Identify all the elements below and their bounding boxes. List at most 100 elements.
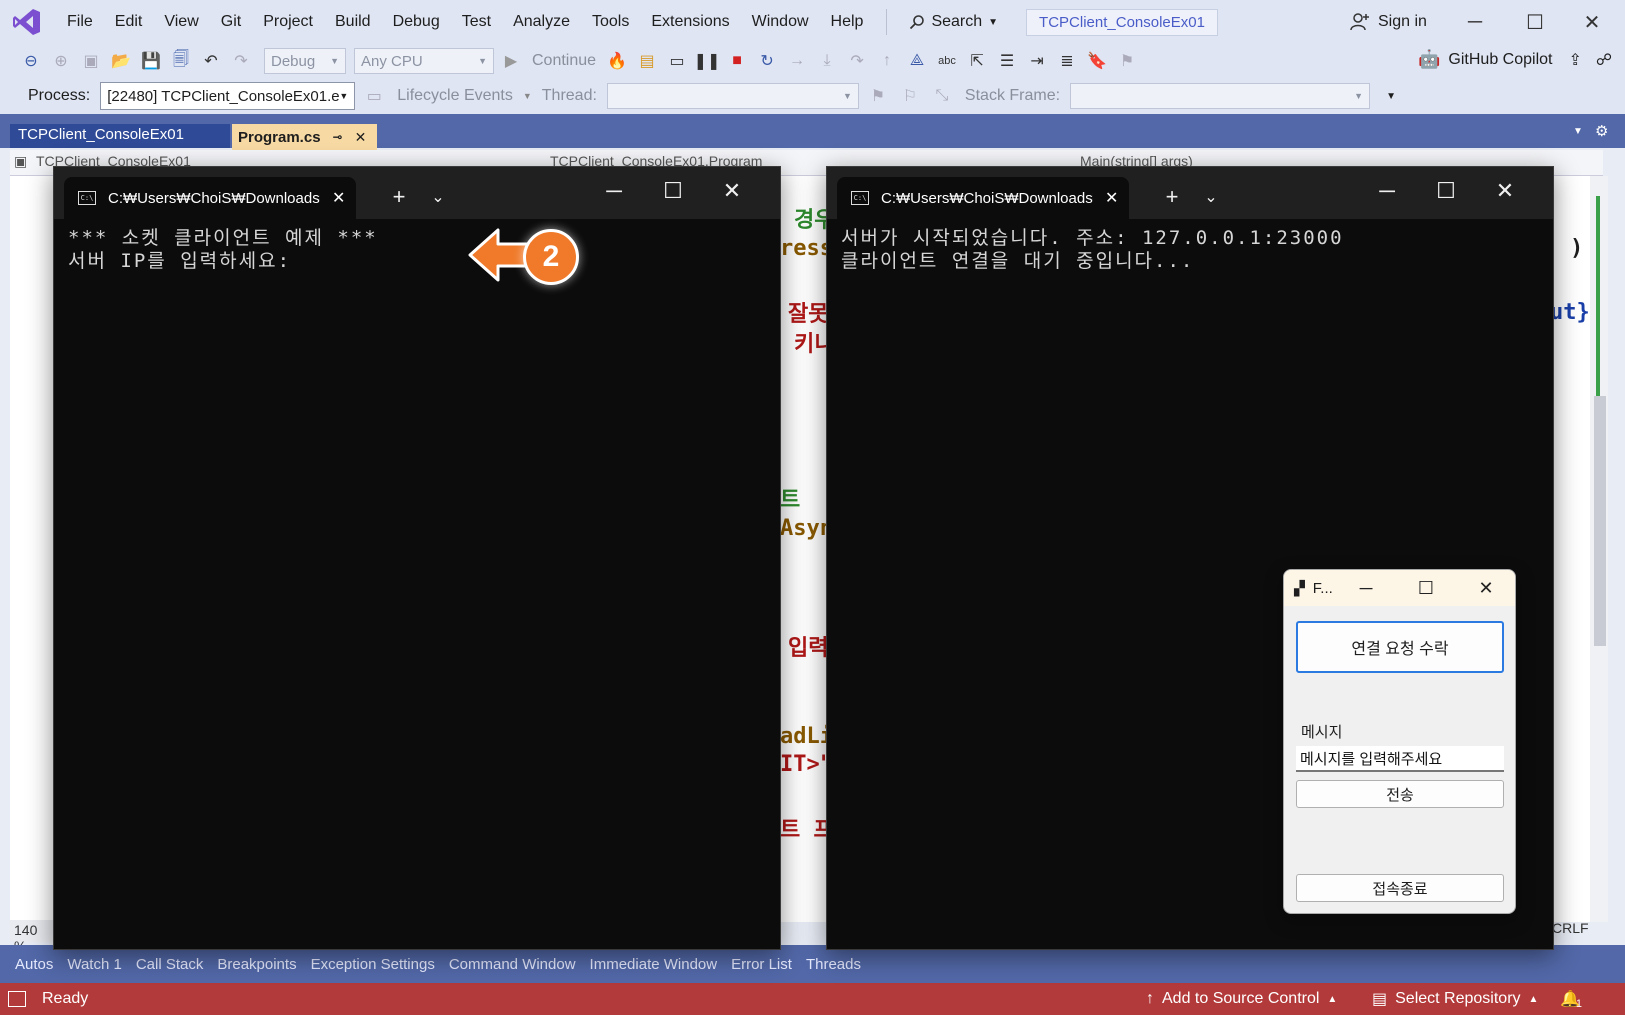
tab-threads[interactable]: Threads <box>799 956 868 973</box>
restart-icon[interactable]: ↻ <box>754 48 780 74</box>
chevron-down-icon[interactable]: ⌄ <box>1191 179 1231 215</box>
tab-watch-1[interactable]: Watch 1 <box>60 956 128 973</box>
step-into-icon[interactable]: ⤓ <box>814 48 840 74</box>
save-icon[interactable]: 💾 <box>138 48 164 74</box>
step-over-icon[interactable]: ↷ <box>844 48 870 74</box>
add-to-source-control-button[interactable]: ↑ Add to Source Control ▲ <box>1146 990 1337 1008</box>
select-repository-button[interactable]: ▤ Select Repository ▲ <box>1372 989 1538 1009</box>
scroll-thumb[interactable] <box>1594 396 1606 646</box>
maximize-icon[interactable]: ☐ <box>653 173 693 209</box>
bookmark-icon[interactable]: 🔖 <box>1084 48 1110 74</box>
menu-tools[interactable]: Tools <box>581 6 640 38</box>
tab-program-cs[interactable]: Program.cs ⊸ ✕ <box>232 124 377 150</box>
new-tab-icon[interactable]: + <box>379 179 419 215</box>
notifications-button[interactable]: 🔔 1 <box>1560 988 1582 1010</box>
maximize-icon[interactable]: ☐ <box>1426 173 1466 209</box>
flag-icon[interactable]: ⚑ <box>865 83 891 109</box>
close-icon[interactable]: ✕ <box>1567 6 1617 38</box>
menu-git[interactable]: Git <box>210 6 252 38</box>
menu-view[interactable]: View <box>153 6 209 38</box>
chevron-down-icon[interactable]: ⌄ <box>418 179 458 215</box>
spell-check-icon[interactable]: abc <box>934 48 960 74</box>
back-icon[interactable]: ⊖ <box>18 48 44 74</box>
close-icon[interactable]: ✕ <box>355 129 367 146</box>
disconnect-button[interactable]: 접속종료 <box>1296 874 1504 902</box>
undo-icon[interactable]: ↶ <box>198 48 224 74</box>
thread-dropdown[interactable]: ▼ <box>606 83 859 109</box>
terminal-tab[interactable]: C:\ C:₩Users₩ChoiS₩Downloads₩ ✕ <box>837 177 1129 219</box>
maximize-icon[interactable]: ☐ <box>1510 6 1560 38</box>
tab-autos[interactable]: Autos <box>8 956 60 973</box>
process-dropdown[interactable]: [22480] TCPClient_ConsoleEx01.ex ▼ <box>100 82 356 110</box>
lifecycle-events-dropdown[interactable]: Lifecycle Events <box>393 87 517 105</box>
bookmark-prev-icon[interactable]: ⚑ <box>1114 48 1140 74</box>
menu-window[interactable]: Window <box>741 6 820 38</box>
pause-icon[interactable]: ❚❚ <box>694 48 721 74</box>
message-input[interactable] <box>1296 746 1504 772</box>
continue-button[interactable]: Continue <box>528 52 600 70</box>
accept-connection-button[interactable]: 연결 요청 수락 <box>1296 621 1504 673</box>
minimize-icon[interactable]: ─ <box>1367 173 1407 209</box>
new-tab-icon[interactable]: + <box>1152 179 1192 215</box>
diagnostics-icon[interactable]: ⟁ <box>904 48 930 74</box>
editor-scrollbar[interactable] <box>1590 176 1608 922</box>
close-icon[interactable]: ✕ <box>1105 188 1118 208</box>
menu-extensions[interactable]: Extensions <box>640 6 740 38</box>
tab-immediate-window[interactable]: Immediate Window <box>583 956 725 973</box>
send-button[interactable]: 전송 <box>1296 780 1504 808</box>
folder-icon[interactable]: ▤ <box>634 48 660 74</box>
menu-project[interactable]: Project <box>252 6 324 38</box>
tab-breakpoints[interactable]: Breakpoints <box>210 956 303 973</box>
search-button[interactable]: Search ▼ <box>899 13 1008 31</box>
redo-icon[interactable]: ↷ <box>228 48 254 74</box>
forward-icon[interactable]: ⊕ <box>48 48 74 74</box>
tab-command-window[interactable]: Command Window <box>442 956 583 973</box>
step-out-icon[interactable]: ↑ <box>874 48 900 74</box>
indent-icon[interactable]: ⇥ <box>1024 48 1050 74</box>
zoom-level[interactable]: 140 % <box>10 920 56 954</box>
feedback-icon[interactable]: ☍ <box>1596 50 1612 70</box>
tab-error-list[interactable]: Error List <box>724 956 799 973</box>
menu-debug[interactable]: Debug <box>382 6 451 38</box>
menu-build[interactable]: Build <box>324 6 382 38</box>
stop-icon[interactable]: ■ <box>724 48 750 74</box>
open-folder-icon[interactable]: 📂 <box>108 48 134 74</box>
menu-edit[interactable]: Edit <box>104 6 154 38</box>
sign-in-button[interactable]: Sign in <box>1350 7 1427 37</box>
output-icon[interactable] <box>8 991 26 1007</box>
show-next-statement-icon[interactable]: → <box>784 48 810 74</box>
new-project-icon[interactable]: ▣ <box>78 48 104 74</box>
tab-list-icon[interactable]: ▼ <box>1573 126 1583 137</box>
platform-dropdown[interactable]: Any CPU ▼ <box>354 48 494 74</box>
maximize-icon[interactable]: ☐ <box>1406 573 1446 603</box>
configuration-dropdown[interactable]: Debug ▼ <box>264 48 346 74</box>
github-copilot-button[interactable]: 🤖 GitHub Copilot ⇪ ☍ <box>1418 49 1612 70</box>
visual-studio-logo-icon[interactable] <box>12 7 42 37</box>
gear-icon[interactable]: ⚙ <box>1595 122 1608 140</box>
menu-help[interactable]: Help <box>820 6 875 38</box>
cursor-icon[interactable]: ⇱ <box>964 48 990 74</box>
tab-call-stack[interactable]: Call Stack <box>129 956 211 973</box>
expand-icon[interactable]: ⤡ <box>929 83 955 109</box>
comment-icon[interactable]: ≣ <box>1054 48 1080 74</box>
flag-thread-icon[interactable]: ⚐ <box>897 83 923 109</box>
tab-project[interactable]: TCPClient_ConsoleEx01 <box>10 124 230 148</box>
toolbar-overflow-icon[interactable]: ▼ <box>1386 91 1396 102</box>
close-icon[interactable]: ✕ <box>1466 573 1506 603</box>
close-icon[interactable]: ✕ <box>332 188 345 208</box>
stack-frame-dropdown[interactable]: ▼ <box>1070 83 1371 109</box>
close-icon[interactable]: ✕ <box>712 173 752 209</box>
client-terminal-window[interactable]: C:\ C:₩Users₩ChoiS₩Downloads₩ ✕ + ⌄ ─ ☐ … <box>53 166 781 950</box>
minimize-icon[interactable]: ─ <box>1346 573 1386 603</box>
share-icon[interactable]: ⇪ <box>1568 50 1581 70</box>
menu-analyze[interactable]: Analyze <box>502 6 581 38</box>
server-form-window[interactable]: ▞ F... ─ ☐ ✕ 연결 요청 수락 메시지 전송 접속종료 <box>1283 569 1516 914</box>
minimize-icon[interactable]: ─ <box>1450 6 1500 38</box>
menu-test[interactable]: Test <box>451 6 502 38</box>
line-ending[interactable]: CRLF <box>1552 920 1589 936</box>
play-icon[interactable]: ▶ <box>498 48 524 74</box>
hot-reload-icon[interactable]: 🔥 <box>604 48 630 74</box>
align-icon[interactable]: ☰ <box>994 48 1020 74</box>
menu-file[interactable]: File <box>56 6 104 38</box>
terminal-tab[interactable]: C:\ C:₩Users₩ChoiS₩Downloads₩ ✕ <box>64 177 356 219</box>
